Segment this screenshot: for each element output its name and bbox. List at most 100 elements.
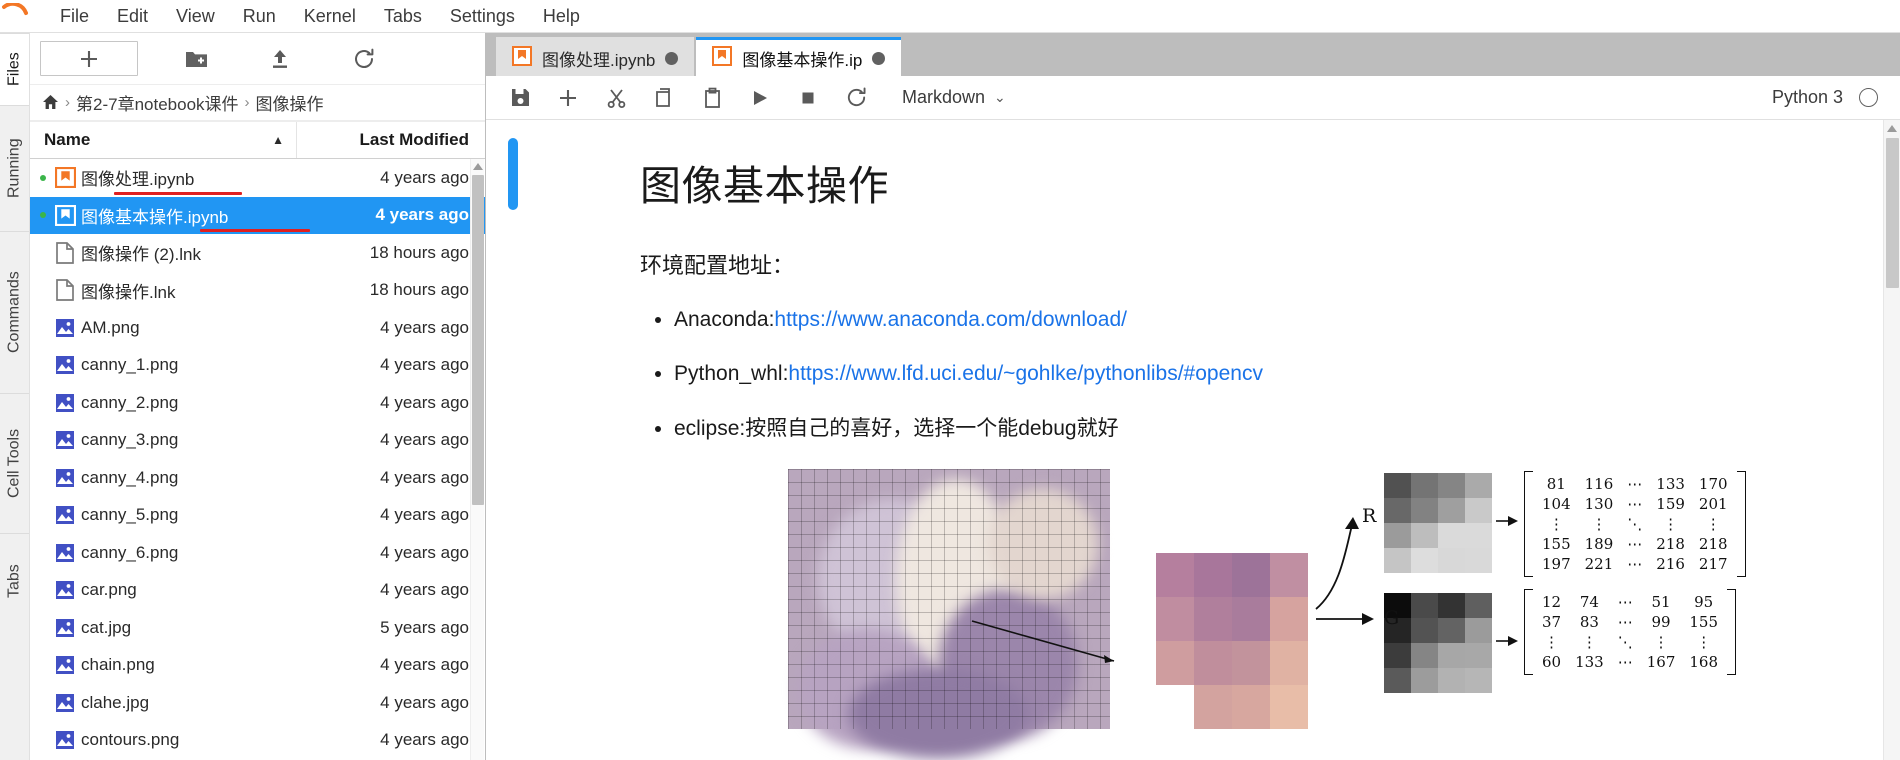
table-row[interactable]: car.png 4 years ago (30, 572, 485, 610)
markdown-cell-content[interactable]: 图像基本操作 环境配置地址： Anaconda:https://www.anac… (518, 138, 1882, 760)
table-row[interactable]: canny_6.png 4 years ago (30, 534, 485, 572)
kernel-name-label[interactable]: Python 3 (1772, 87, 1843, 108)
upload-button[interactable] (252, 41, 308, 77)
pythonwhl-link[interactable]: https://www.lfd.uci.edu/~gohlke/pythonli… (788, 362, 1263, 385)
anaconda-link[interactable]: https://www.anaconda.com/download/ (774, 308, 1127, 331)
home-icon[interactable] (42, 93, 59, 113)
file-last-modified: 4 years ago (380, 692, 469, 712)
breadcrumb-item-2[interactable]: 图像操作 (256, 90, 324, 115)
file-last-modified: 4 years ago (380, 467, 469, 487)
notebook-scroll-area: 图像基本操作 环境配置地址： Anaconda:https://www.anac… (486, 120, 1900, 760)
notebook-icon (712, 45, 733, 71)
file-name: car.png (81, 580, 137, 600)
file-list-scrollbar-thumb[interactable] (472, 175, 484, 505)
table-row[interactable]: 图像处理.ipynb 4 years ago (30, 159, 485, 197)
refresh-file-list-button[interactable] (336, 41, 392, 77)
insert-cell-button[interactable] (544, 79, 592, 117)
menu-run[interactable]: Run (229, 2, 290, 31)
table-row[interactable]: clahe.jpg 4 years ago (30, 684, 485, 722)
unsaved-changes-indicator[interactable] (872, 51, 886, 65)
kernel-status-icon[interactable] (1859, 88, 1878, 107)
notebook-scrollbar[interactable] (1883, 120, 1900, 760)
matrix_r-cell-3-2: ⋯ (1627, 535, 1643, 554)
cut-cells-button[interactable] (592, 79, 640, 117)
matrix_r-cell-4-3: 216 (1656, 555, 1685, 574)
file-list-scrollbar[interactable] (470, 159, 484, 760)
jupyterlab-window: File Edit View Run Kernel Tabs Settings … (0, 0, 1900, 760)
matrix_g-cell-1-3: 99 (1651, 613, 1671, 632)
bullet-prefix: Python_whl: (674, 362, 789, 386)
annotation-underline-2 (200, 229, 310, 232)
file-last-modified: 4 years ago (380, 505, 469, 525)
column-header-name[interactable]: Name ▲ (30, 122, 297, 158)
save-button[interactable] (496, 79, 544, 117)
image-icon (49, 618, 81, 638)
image-icon (49, 655, 81, 675)
menu-edit[interactable]: Edit (103, 2, 162, 31)
image-icon (49, 430, 81, 450)
copy-cells-button[interactable] (640, 79, 688, 117)
column-header-last-modified[interactable]: Last Modified (297, 130, 485, 150)
menu-settings[interactable]: Settings (436, 2, 529, 31)
table-row[interactable]: 图像操作.lnk 18 hours ago (30, 272, 485, 310)
menu-help[interactable]: Help (529, 2, 594, 31)
table-row[interactable]: canny_5.png 4 years ago (30, 497, 485, 535)
intro-paragraph: 环境配置地址： (640, 253, 795, 278)
matrix_r-cell-4-1: 221 (1584, 555, 1614, 574)
table-row[interactable]: AM.png 4 years ago (30, 309, 485, 347)
table-row[interactable]: canny_1.png 4 years ago (30, 347, 485, 385)
file-name: canny_5.png (81, 505, 179, 525)
running-kernel-dot (36, 174, 49, 181)
table-row[interactable]: cat.jpg 5 years ago (30, 609, 485, 647)
table-row[interactable]: chain.png 4 years ago (30, 647, 485, 685)
matrix_g-cell-2-4: ⋮ (1696, 633, 1712, 652)
breadcrumb-separator-1: › (65, 94, 70, 111)
notebook-scrollbar-thumb[interactable] (1886, 138, 1899, 288)
breadcrumb: › 第2-7章notebook课件 › 图像操作 (30, 85, 485, 121)
table-row[interactable]: contours.png 4 years ago (30, 722, 485, 760)
tab-图像处理[interactable]: 图像处理.ipynb (496, 37, 695, 76)
file-name: canny_3.png (81, 430, 179, 450)
interrupt-kernel-button[interactable] (784, 79, 832, 117)
file-browser-panel: › 第2-7章notebook课件 › 图像操作 Name ▲ Last Mod… (30, 33, 486, 760)
tab-图像基本操作[interactable]: 图像基本操作.ip (696, 37, 902, 76)
file-icon (49, 279, 81, 302)
sidebar-tab-tabs[interactable]: Tabs (0, 533, 29, 629)
paste-cells-button[interactable] (688, 79, 736, 117)
run-cell-button[interactable] (736, 79, 784, 117)
table-row[interactable]: 图像操作 (2).lnk 18 hours ago (30, 234, 485, 272)
breadcrumb-item-1[interactable]: 第2-7章notebook课件 (76, 90, 239, 115)
scroll-up-arrow-icon[interactable] (1887, 125, 1897, 132)
file-name: 图像基本操作.ipynb (81, 207, 229, 227)
table-row[interactable]: canny_2.png 4 years ago (30, 384, 485, 422)
menu-file[interactable]: File (46, 2, 103, 31)
scroll-up-arrow-icon[interactable] (472, 163, 483, 170)
sidebar-tab-commands[interactable]: Commands (0, 231, 29, 393)
file-last-modified: 4 years ago (380, 317, 469, 337)
list-item: eclipse:按照自己的喜好，选择一个能debug就好 (674, 415, 1852, 443)
menu-view[interactable]: View (162, 2, 229, 31)
new-launcher-button[interactable] (40, 41, 138, 76)
sidebar-tab-files[interactable]: Files (0, 33, 29, 105)
matrix_r-cell-3-4: 218 (1698, 535, 1728, 554)
sidebar-tab-cell-tools[interactable]: Cell Tools (0, 393, 29, 533)
plus-icon (81, 50, 97, 67)
matrix_r-cell-4-0: 197 (1542, 555, 1571, 574)
sidebar-tab-running[interactable]: Running (0, 105, 29, 231)
unsaved-changes-indicator[interactable] (665, 51, 679, 65)
cell-type-dropdown[interactable]: Markdown ⌄ (894, 83, 1014, 112)
markdown-cell[interactable]: 图像基本操作 环境配置地址： Anaconda:https://www.anac… (486, 120, 1882, 760)
new-folder-button[interactable] (168, 41, 224, 77)
menu-kernel[interactable]: Kernel (290, 2, 370, 31)
matrix_r-cell-2-4: ⋮ (1705, 515, 1721, 534)
table-row[interactable]: canny_4.png 4 years ago (30, 459, 485, 497)
matrix_r-cell-1-0: 104 (1542, 495, 1571, 514)
matrix_r-cell-1-4: 201 (1698, 495, 1728, 514)
figure-arrows (971, 516, 1518, 664)
menu-tabs[interactable]: Tabs (370, 2, 436, 31)
table-row[interactable]: canny_3.png 4 years ago (30, 422, 485, 460)
menu-bar: File Edit View Run Kernel Tabs Settings … (0, 0, 1900, 33)
restart-kernel-button[interactable] (832, 79, 880, 117)
file-name: contours.png (81, 730, 180, 750)
matrix_g-cell-0-2: ⋯ (1617, 593, 1633, 612)
